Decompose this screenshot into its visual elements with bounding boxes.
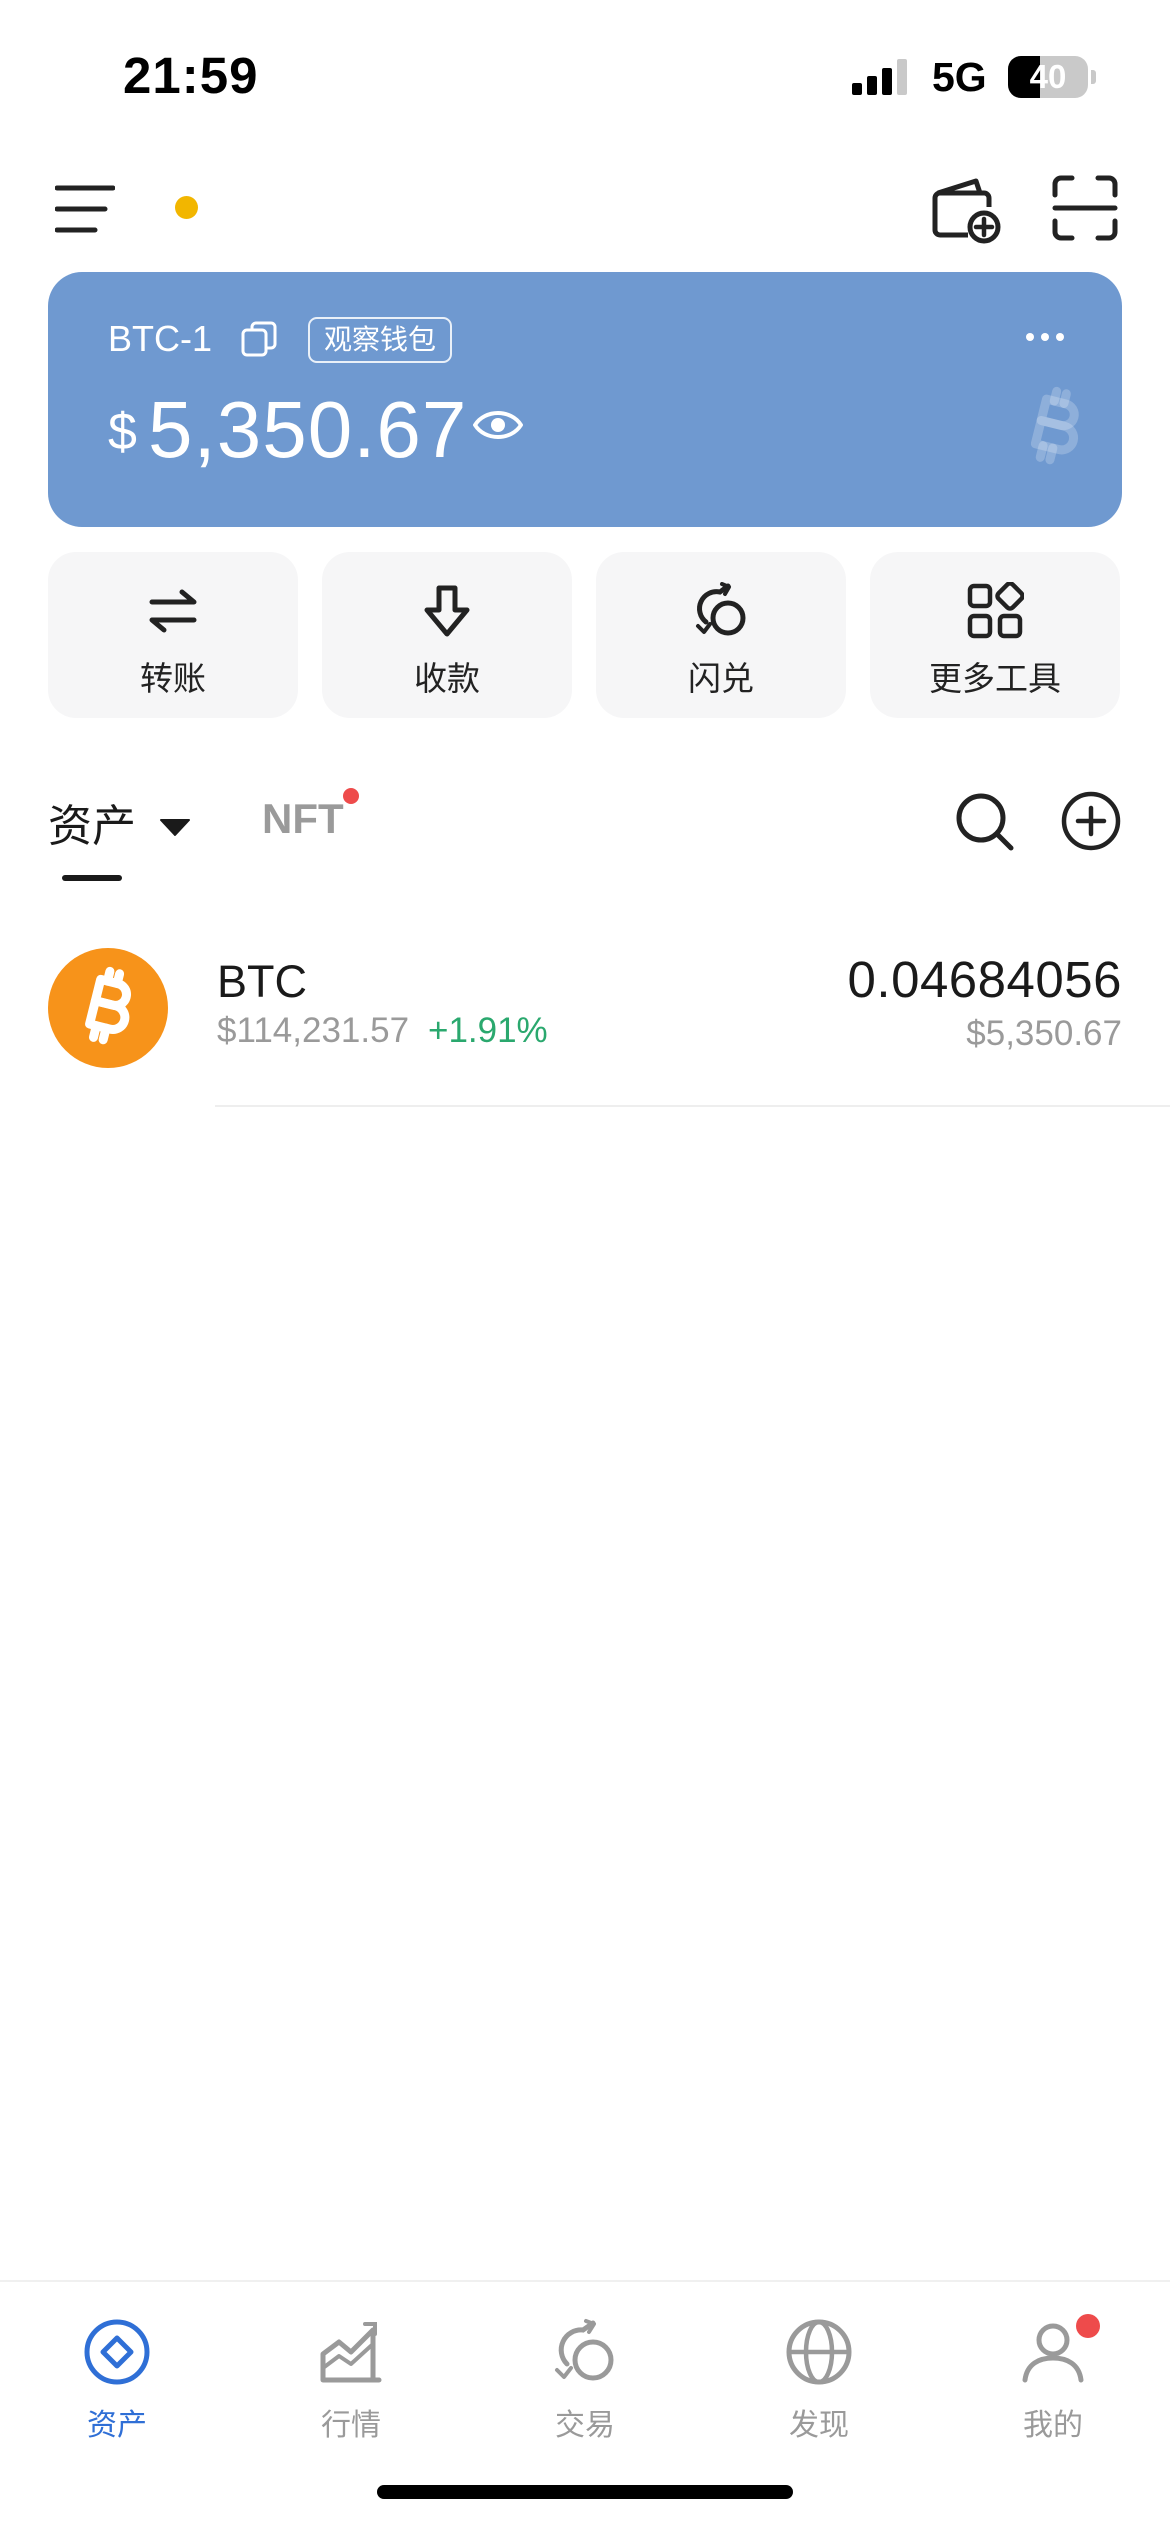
profile-notification-dot [1076,2314,1100,2338]
currency-symbol: $ [108,403,137,461]
battery-cap [1091,70,1096,84]
tab-active-indicator [62,875,122,881]
more-options-icon[interactable] [1023,322,1067,352]
nav-item-trade[interactable]: 交易 [468,2304,702,2454]
trade-icon [555,2319,614,2381]
status-bar: 21:59 5G 40 [0,0,1170,150]
more-tools-button[interactable]: 更多工具 [870,552,1120,718]
receive-label: 收款 [414,660,480,697]
tab-nft[interactable]: NFT [262,795,344,843]
status-time: 21:59 [123,47,259,104]
transfer-icon [149,589,197,633]
signal-icon [852,59,907,95]
copy-icon[interactable] [240,320,278,358]
nav-label-trade: 交易 [555,2409,615,2442]
receive-button[interactable]: 收款 [322,552,572,718]
nav-label-market: 行情 [321,2409,381,2442]
assets-screen: 21:59 5G 40 BTC-1 观察钱包 $ 5,350.67 转账 收款 … [0,0,1170,2532]
market-icon [320,2322,382,2383]
notice-dot [175,196,198,219]
wallet-card[interactable]: BTC-1 观察钱包 $ 5,350.67 [48,272,1122,527]
token-row-btc[interactable]: BTC $114,231.57 +1.91% 0.04684056 $5,350… [0,940,1170,1107]
divider [215,1105,1170,1107]
nav-item-assets[interactable]: 资产 [0,2304,234,2454]
token-change: +1.91% [428,1011,548,1050]
swap-icon [696,582,746,636]
add-token-icon[interactable] [1060,790,1122,852]
nav-item-profile[interactable]: 我的 [936,2304,1170,2454]
scan-icon[interactable] [1052,175,1118,241]
more-tools-label: 更多工具 [929,660,1061,697]
caret-down-icon[interactable] [158,816,192,838]
nav-label-discover: 发现 [789,2409,849,2442]
wallet-balance: 5,350.67 [148,385,468,474]
nav-item-market[interactable]: 行情 [234,2304,468,2454]
token-value: $5,350.67 [966,1014,1122,1053]
nav-label-assets: 资产 [87,2409,147,2442]
search-icon[interactable] [953,790,1015,852]
eye-icon[interactable] [472,405,524,445]
swap-label: 闪兑 [688,660,754,697]
network-label: 5G [932,54,987,100]
wallet-add-icon[interactable] [930,173,1002,245]
nav-item-discover[interactable]: 发现 [702,2304,936,2454]
token-amount: 0.04684056 [847,951,1122,1008]
nav-label-profile: 我的 [1023,2409,1083,2442]
receive-icon [424,585,470,637]
battery-icon: 40 [1008,56,1088,98]
transfer-label: 转账 [140,660,206,697]
tab-assets[interactable]: 资产 [48,790,136,854]
assets-icon [84,2319,150,2385]
wallet-name: BTC-1 [108,318,213,359]
more-tools-icon [967,582,1024,639]
nft-notification-dot [343,788,359,804]
watch-wallet-badge: 观察钱包 [308,317,453,363]
menu-icon[interactable] [55,182,115,236]
home-indicator [377,2485,793,2499]
discover-icon [786,2319,852,2385]
bitcoin-icon [48,948,168,1068]
transfer-button[interactable]: 转账 [48,552,298,718]
token-price: $114,231.57 [217,1011,410,1050]
bitcoin-watermark-icon [1030,386,1079,465]
battery-level: 40 [1029,58,1067,95]
swap-button[interactable]: 闪兑 [596,552,846,718]
token-symbol: BTC [217,956,307,1007]
